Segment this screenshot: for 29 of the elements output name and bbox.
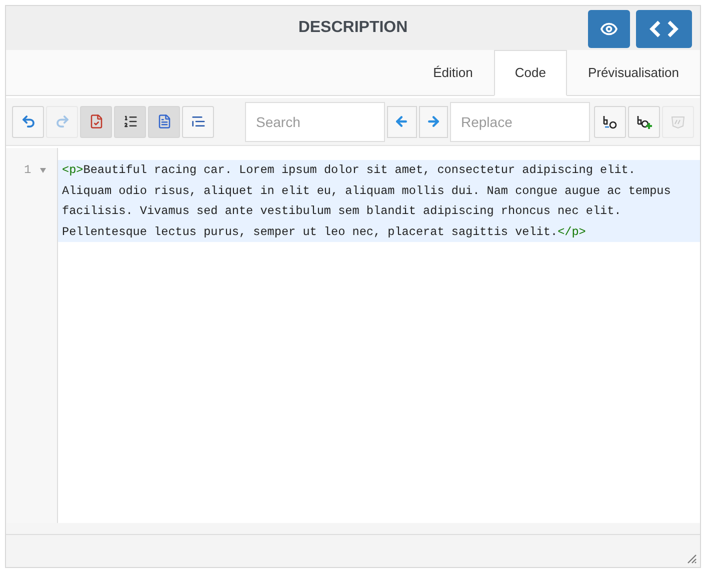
toolbar-button[interactable] [114,106,146,138]
preview-button[interactable] [588,10,630,48]
panel-title: DESCRIPTION [298,18,408,38]
code-view-button[interactable] [636,10,692,48]
tab[interactable]: Édition [412,50,494,96]
redo-icon [54,114,70,129]
toolbar-button[interactable] [182,106,214,138]
tab[interactable]: Prévisualisation [566,50,700,96]
search-field[interactable]: Search [245,102,385,142]
replace-icon [602,114,618,128]
resize-handle-icon[interactable] [687,554,697,564]
previous-button[interactable] [387,106,416,138]
indent-icon [190,114,206,129]
eye-icon [600,20,618,38]
line-number: 1 [24,162,32,179]
fold-icon [40,168,46,173]
clear-icon [670,114,686,128]
document-check-icon [88,114,104,129]
next-button[interactable] [418,106,448,138]
numbered-list-icon [122,114,138,129]
document-icon [156,114,172,129]
toolbar-button[interactable] [594,106,626,138]
code-icon [649,19,679,39]
undo-icon [20,114,36,129]
tab[interactable]: Code [494,50,567,96]
arrow-right-icon [426,114,441,129]
toolbar-button[interactable] [628,106,660,138]
replace-all-icon [636,114,652,128]
replace-field[interactable]: Replace [450,102,590,142]
